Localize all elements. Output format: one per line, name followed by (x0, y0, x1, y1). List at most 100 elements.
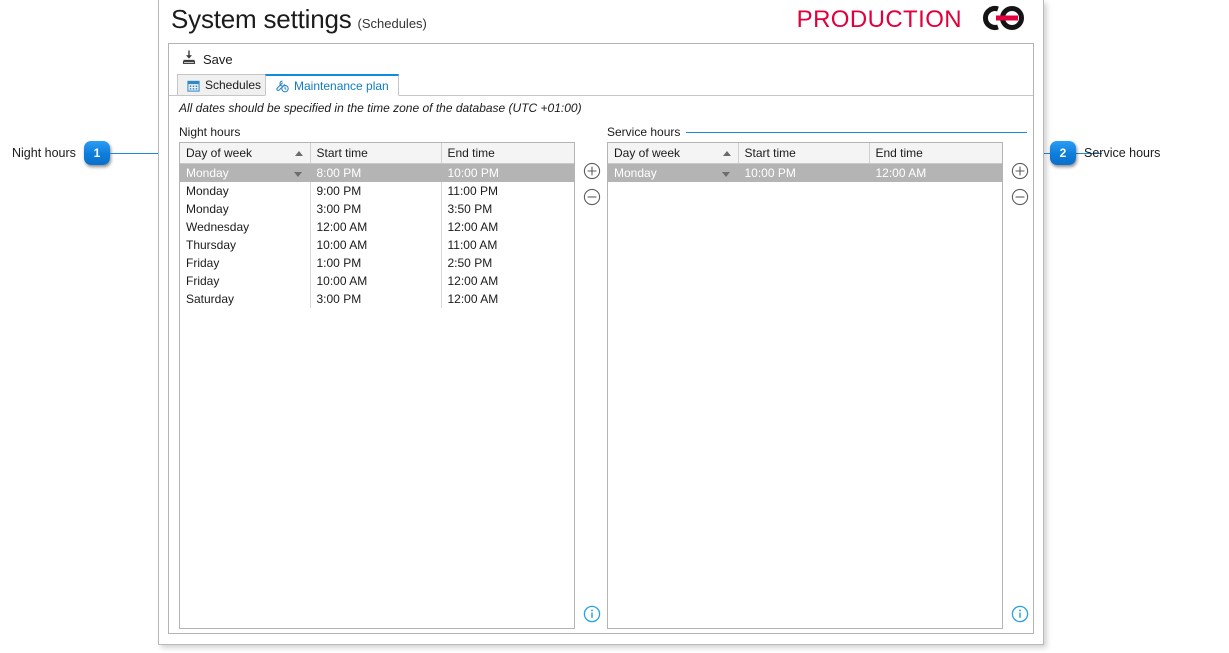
panel-night-hours: Night hours Day of week Start time End t… (179, 124, 601, 629)
column-header-day-of-week-label: Day of week (614, 146, 681, 160)
cell-day-of-week[interactable]: Monday (180, 200, 311, 218)
column-header-start-time[interactable]: Start time (738, 143, 870, 164)
add-service-hours-button[interactable] (1011, 162, 1029, 180)
column-header-end-time[interactable]: End time (441, 143, 574, 164)
night-hours-side-buttons (583, 162, 605, 214)
tab-schedules[interactable]: Schedules (177, 74, 272, 96)
screenshot-root: Night hours 1 2 Service hours System set… (0, 0, 1229, 653)
brand-logo: PRODUCTION (797, 4, 1032, 36)
night-hours-table-body: Monday 8:00 PM 10:00 PM Monday 9:00 PM 1… (180, 163, 574, 308)
cell-day-of-week-value: Monday (186, 166, 229, 180)
panel-night-hours-label: Night hours (179, 125, 247, 139)
table-row[interactable]: Saturday 3:00 PM 12:00 AM (180, 290, 574, 308)
service-hours-side-buttons (1011, 162, 1033, 214)
panel-service-hours-header: Service hours (607, 124, 1027, 140)
callout-2-label: Service hours (1084, 146, 1161, 160)
save-button[interactable]: Save (177, 48, 237, 70)
callout-2: 2 Service hours (1050, 141, 1160, 165)
column-header-end-time-label: End time (447, 146, 495, 160)
service-hours-table-body: Monday 10:00 PM 12:00 AM (608, 163, 1002, 182)
table-header-row: Day of week Start time End time (180, 143, 574, 164)
service-hours-info-icon[interactable] (1011, 605, 1029, 623)
tab-maintenance-plan[interactable]: Maintenance plan (265, 74, 399, 96)
cell-day-of-week[interactable]: Wednesday (180, 218, 311, 236)
chain-link-logo-icon (968, 3, 1032, 38)
column-header-end-time[interactable]: End time (869, 143, 1002, 164)
cell-day-of-week[interactable]: Friday (180, 254, 311, 272)
cell-day-of-week[interactable]: Saturday (180, 290, 311, 308)
remove-night-hours-button[interactable] (583, 188, 601, 206)
cell-day-of-week[interactable]: Friday (180, 272, 311, 290)
cell-start-time[interactable]: 9:00 PM (310, 182, 442, 200)
sort-ascending-icon (294, 151, 303, 156)
cell-start-time[interactable]: 8:00 PM (310, 163, 442, 182)
night-hours-table: Day of week Start time End time Monday 8… (180, 143, 574, 308)
cell-start-time[interactable]: 3:00 PM (310, 200, 442, 218)
callout-1-badge: 1 (83, 141, 110, 165)
window-header: System settings (Schedules) PRODUCTION (162, 0, 1040, 42)
window-inner: System settings (Schedules) PRODUCTION S… (162, 0, 1040, 640)
column-header-start-time-label: Start time (316, 146, 368, 160)
table-row[interactable]: Wednesday 12:00 AM 12:00 AM (180, 218, 574, 236)
panel-service-hours-label: Service hours (607, 125, 687, 139)
brand-logo-text: PRODUCTION (796, 6, 962, 33)
table-row[interactable]: Thursday 10:00 AM 11:00 AM (180, 236, 574, 254)
table-row[interactable]: Friday 1:00 PM 2:50 PM (180, 254, 574, 272)
save-icon (181, 49, 197, 70)
cell-day-of-week[interactable]: Thursday (180, 236, 311, 254)
callout-1: Night hours 1 (12, 141, 172, 165)
cell-start-time[interactable]: 10:00 PM (738, 163, 870, 182)
panel-service-hours: Service hours Day of week Start time End… (607, 124, 1029, 629)
panels-container: Night hours Day of week Start time End t… (169, 124, 1033, 633)
table-row[interactable]: Monday 9:00 PM 11:00 PM (180, 182, 574, 200)
cell-end-time[interactable]: 11:00 PM (441, 182, 574, 200)
chevron-down-icon[interactable] (293, 172, 302, 177)
panel-service-hours-rule (686, 131, 1027, 133)
chevron-down-icon[interactable] (721, 172, 730, 177)
cell-day-of-week[interactable]: Monday (608, 163, 739, 182)
remove-service-hours-button[interactable] (1011, 188, 1029, 206)
cell-start-time[interactable]: 12:00 AM (310, 218, 442, 236)
cell-day-of-week[interactable]: Monday (180, 163, 311, 182)
cell-end-time[interactable]: 12:00 AM (441, 290, 574, 308)
column-header-start-time[interactable]: Start time (310, 143, 442, 164)
cell-start-time[interactable]: 1:00 PM (310, 254, 442, 272)
table-row[interactable]: Monday 8:00 PM 10:00 PM (180, 163, 574, 182)
table-row[interactable]: Friday 10:00 AM 12:00 AM (180, 272, 574, 290)
column-header-end-time-label: End time (875, 146, 923, 160)
sort-ascending-icon (722, 151, 731, 156)
cell-end-time[interactable]: 11:00 AM (441, 236, 574, 254)
tab-schedules-label: Schedules (205, 78, 262, 92)
cell-start-time[interactable]: 10:00 AM (310, 272, 442, 290)
column-header-day-of-week[interactable]: Day of week (180, 143, 311, 164)
night-hours-grid[interactable]: Day of week Start time End time Monday 8… (179, 142, 575, 629)
service-hours-grid[interactable]: Day of week Start time End time Monday 1… (607, 142, 1003, 629)
tab-maintenance-plan-label: Maintenance plan (294, 78, 389, 93)
cell-day-of-week-value: Monday (614, 166, 657, 180)
column-header-day-of-week-label: Day of week (186, 146, 253, 160)
cell-day-of-week[interactable]: Monday (180, 182, 311, 200)
panel-night-hours-header: Night hours (179, 124, 599, 140)
cell-end-time[interactable]: 3:50 PM (441, 200, 574, 218)
add-night-hours-button[interactable] (583, 162, 601, 180)
table-row[interactable]: Monday 10:00 PM 12:00 AM (608, 163, 1002, 182)
table-header-row: Day of week Start time End time (608, 143, 1002, 164)
cell-end-time[interactable]: 10:00 PM (441, 163, 574, 182)
calendar-icon (187, 79, 200, 92)
cell-end-time[interactable]: 12:00 AM (441, 272, 574, 290)
timezone-note: All dates should be specified in the tim… (179, 101, 582, 115)
column-header-day-of-week[interactable]: Day of week (608, 143, 739, 164)
night-hours-info-icon[interactable] (583, 605, 601, 623)
application-window: System settings (Schedules) PRODUCTION S… (158, 0, 1044, 645)
cell-end-time[interactable]: 12:00 AM (441, 218, 574, 236)
callout-1-label: Night hours (12, 146, 76, 160)
cell-end-time[interactable]: 2:50 PM (441, 254, 574, 272)
callout-2-badge: 2 (1050, 141, 1076, 165)
table-row[interactable]: Monday 3:00 PM 3:50 PM (180, 200, 574, 218)
page-title-sub: (Schedules) (357, 16, 427, 31)
cell-end-time[interactable]: 12:00 AM (869, 163, 1002, 182)
cell-start-time[interactable]: 10:00 AM (310, 236, 442, 254)
cell-start-time[interactable]: 3:00 PM (310, 290, 442, 308)
page-title-main: System settings (171, 4, 352, 34)
wrench-clock-icon (275, 79, 289, 93)
